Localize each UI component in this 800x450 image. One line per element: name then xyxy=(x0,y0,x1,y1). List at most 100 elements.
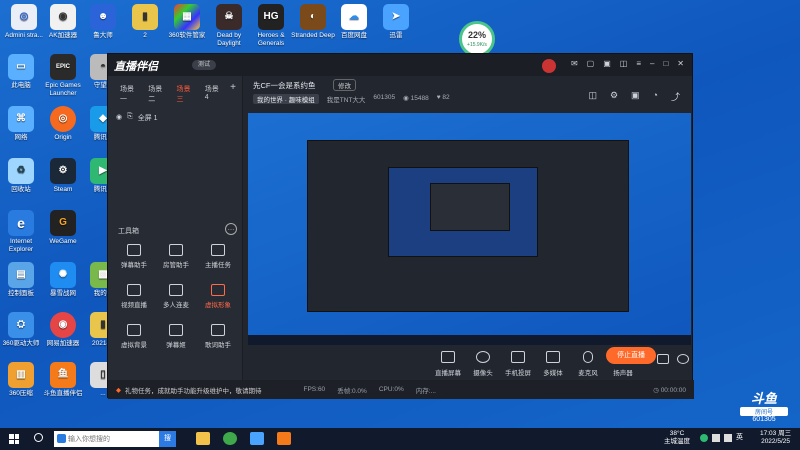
file-icon: ▮ xyxy=(132,4,158,30)
start-icon[interactable] xyxy=(9,434,19,444)
ak-accelerator-icon: ◉ xyxy=(50,4,76,30)
tool-panel-label: 工具箱 xyxy=(118,228,139,235)
stop-stream-button[interactable]: 停止直播 xyxy=(606,347,656,364)
settings-icon[interactable]: ⚙ xyxy=(610,90,618,103)
desktop-icon-xunlei[interactable]: ➤ 迅雷 xyxy=(373,4,419,40)
source-screen-button[interactable]: 直播屏幕 xyxy=(429,351,467,377)
tool-room-manager[interactable]: 房管助手 xyxy=(156,244,196,269)
desktop-icon-heroes-generals[interactable]: HG Heroes & Generals xyxy=(248,4,294,48)
taskbar-search-button[interactable]: 搜索一下 xyxy=(159,431,176,447)
tool-danmu-helper[interactable]: 弹幕助手 xyxy=(114,244,154,269)
desktop-icon-stranded-deep[interactable]: ◐ Stranded Deep xyxy=(290,4,336,40)
window-titlebar: 直播伴侣 测试 ✉ ▢ ▣ ◫ ≡ – □ ✕ xyxy=(108,54,692,76)
source-item-fullscreen[interactable]: ◉ ⎘ 全屏 1 xyxy=(116,113,242,123)
scene-panel: 场景一 场景二 场景三 场景4 + ◉ ⎘ 全屏 1 工具箱 … 弹幕助手 房管… xyxy=(108,76,243,399)
tab-scene-3[interactable]: 场景三 xyxy=(177,84,196,104)
360-app-icon[interactable] xyxy=(223,432,237,445)
room-id: 601305 xyxy=(373,94,396,101)
tray-wechat-icon[interactable] xyxy=(700,434,708,442)
notification-icon[interactable]: ◔ xyxy=(653,90,658,103)
douyu-streamer-icon: 鱼 xyxy=(50,362,76,388)
source-phone-button[interactable]: 手机投屏 xyxy=(499,351,537,377)
hg-game-icon: HG xyxy=(258,4,284,30)
tab-scene-1[interactable]: 场景一 xyxy=(120,84,139,104)
taskbar-search-input[interactable] xyxy=(54,432,159,446)
webcam-icon xyxy=(476,351,490,363)
desktop-icon-this-pc[interactable]: ▭ 此电脑 xyxy=(0,54,44,90)
taskbar-search[interactable]: 搜索一下 xyxy=(54,431,176,447)
follower-count: ♥ 82 xyxy=(436,94,450,101)
desktop-icon-control-panel[interactable]: ▤ 控制面板 xyxy=(0,262,44,298)
stream-preview[interactable] xyxy=(248,113,691,345)
skin-icon[interactable]: ▣ xyxy=(603,59,611,73)
eye-icon[interactable]: ◉ xyxy=(116,113,122,123)
desktop-icon-baidu-pan[interactable]: ☁ 百度网盘 xyxy=(331,4,377,40)
main-toolbar-icons: ◫ ⚙ ▣ ◔ ⤴ xyxy=(588,90,680,103)
room-no-value: 601305 xyxy=(752,416,776,423)
microphone-button[interactable]: 麦克风 xyxy=(569,351,607,377)
weather-widget[interactable]: 38°C 主城温度 xyxy=(664,430,690,446)
desktop-icon-network[interactable]: ⌘ 网络 xyxy=(0,106,44,142)
search-magnifier-icon[interactable] xyxy=(34,433,43,442)
layout-icon[interactable]: ▣ xyxy=(631,90,640,103)
add-scene-button[interactable]: + xyxy=(230,83,236,104)
share-icon[interactable]: ⤴ xyxy=(671,90,680,103)
ludashi-icon: ☻ xyxy=(90,4,116,30)
mail-icon[interactable]: ✉ xyxy=(571,59,578,73)
desktop-icon-ie[interactable]: e Internet Explorer xyxy=(0,210,44,254)
desktop-icon-360-driver[interactable]: ⛭ 360驱动大师 xyxy=(0,312,44,348)
tray-volume-icon[interactable] xyxy=(724,434,732,442)
menu-icon[interactable]: ≡ xyxy=(636,59,641,73)
avatar[interactable] xyxy=(541,59,556,73)
folder-app-icon[interactable] xyxy=(196,432,210,445)
version-tag[interactable]: 测试 xyxy=(192,60,217,70)
timer: ◷ 00:00:00 xyxy=(653,386,686,394)
tool-multi-mic[interactable]: 多人连麦 xyxy=(156,284,196,309)
tool-virtual-bg[interactable]: 虚拟背景 xyxy=(114,324,154,349)
scene-tabs: 场景一 场景二 场景三 场景4 + xyxy=(108,76,242,104)
camera-icon[interactable]: ◫ xyxy=(588,90,597,103)
status-cpu: CPU:0% xyxy=(378,386,404,393)
zip-archive-icon: ▥ xyxy=(8,362,34,388)
maximize-icon[interactable]: □ xyxy=(663,59,668,73)
desktop-icon-recycle-bin[interactable]: ♻ 回收站 xyxy=(0,158,44,194)
douyu-app-icon[interactable] xyxy=(277,432,291,445)
source-camera-button[interactable]: 摄像头 xyxy=(464,351,502,377)
desktop-icon-ludashi[interactable]: ☻ 鲁大师 xyxy=(80,4,126,40)
tool-lyrics[interactable]: 歌词助手 xyxy=(198,324,238,349)
video-icon xyxy=(127,284,141,296)
preview-taskbar xyxy=(248,335,691,345)
record-icon[interactable] xyxy=(657,354,669,364)
steam-icon: ⚙ xyxy=(50,158,76,184)
tab-scene-2[interactable]: 场景二 xyxy=(148,84,167,104)
desktop-icon-360-manager[interactable]: ▦ 360软件管家 xyxy=(164,4,210,40)
desktop-icon-2[interactable]: ▮ 2 xyxy=(122,4,168,40)
tab-scene-4[interactable]: 场景4 xyxy=(205,84,221,104)
battlenet-icon: ✺ xyxy=(50,262,76,288)
source-media-button[interactable]: 多媒体 xyxy=(534,351,572,377)
desktop-icon-360-zip[interactable]: ▥ 360压缩 xyxy=(0,362,44,398)
status-fps: FPS:60 xyxy=(303,386,326,393)
tool-video-live[interactable]: 视频直播 xyxy=(114,284,154,309)
close-icon[interactable]: ✕ xyxy=(677,59,684,73)
message-icon[interactable]: ▢ xyxy=(587,59,595,73)
room-category[interactable]: 我的世界 · 趣味模组 xyxy=(253,94,319,104)
more-tools-icon[interactable]: … xyxy=(225,223,237,235)
tool-streamer-task[interactable]: 主播任务 xyxy=(198,244,238,269)
edit-title-button[interactable]: 修改 xyxy=(333,79,356,91)
clock[interactable]: 17:03 周三 2022/5/25 xyxy=(760,430,791,446)
tool-virtual-avatar[interactable]: 虚拟形象 xyxy=(198,284,238,309)
desktop-icon-dead-by-daylight[interactable]: ☠ Dead by Daylight xyxy=(206,4,252,48)
epic-games-icon: EPIC xyxy=(50,54,76,80)
xunlei-app-icon[interactable] xyxy=(250,432,264,445)
tool-danmu-ji[interactable]: 弹幕姬 xyxy=(156,324,196,349)
lock-icon[interactable]: ⎘ xyxy=(127,113,133,123)
performance-badge[interactable]: 22% +15.9K/s xyxy=(459,21,495,57)
minimize-icon[interactable]: – xyxy=(650,59,654,73)
control-panel-icon: ▤ xyxy=(8,262,34,288)
tray-ime-icon[interactable]: 英 xyxy=(736,434,743,442)
preview-eye-icon[interactable] xyxy=(677,354,689,364)
tray-network-icon[interactable] xyxy=(712,434,720,442)
gift-icon[interactable]: ◫ xyxy=(620,59,628,73)
desktop-icon-wegame[interactable]: G WeGame xyxy=(40,210,86,246)
